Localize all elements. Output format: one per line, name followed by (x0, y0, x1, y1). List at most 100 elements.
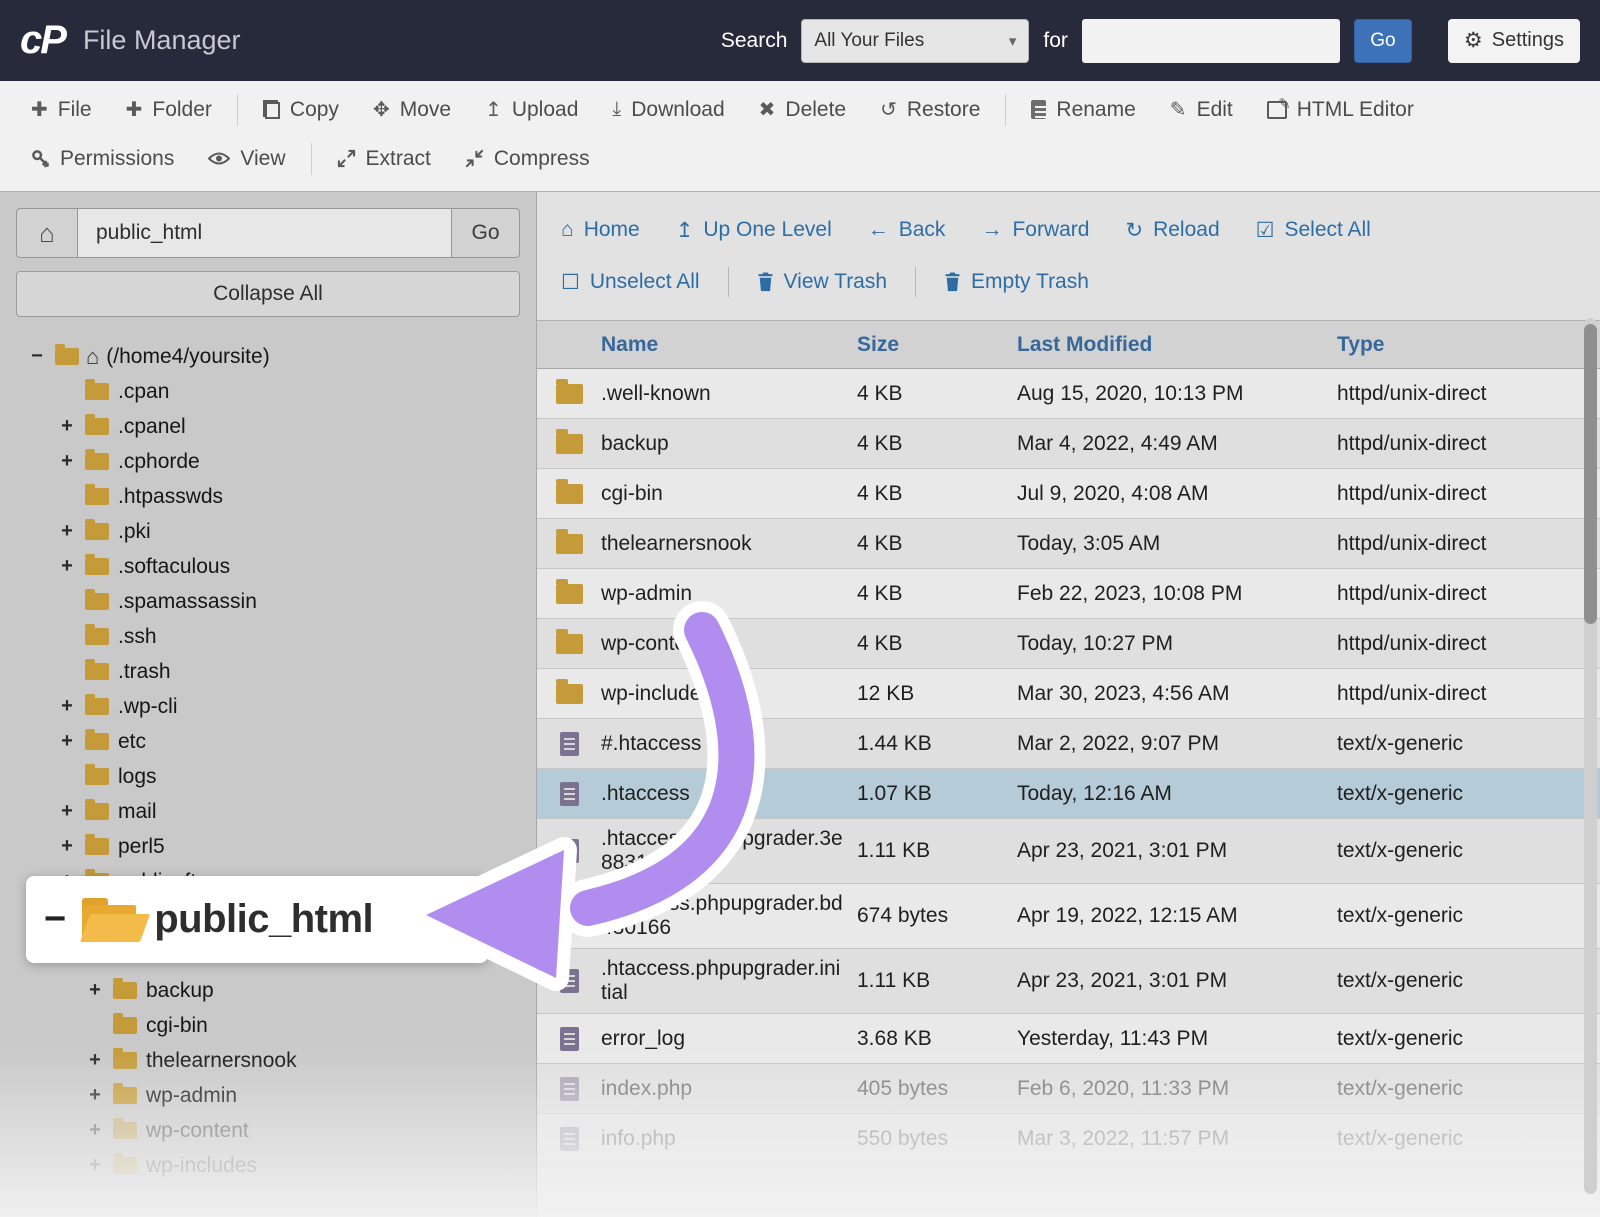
path-input[interactable] (78, 208, 452, 258)
file-row[interactable]: .well-known 4 KB Aug 15, 2020, 10:13 PM … (537, 369, 1600, 419)
file-name[interactable]: index.php (601, 1069, 857, 1109)
extract-button[interactable]: Extract (320, 134, 448, 183)
tree-item[interactable]: + ⌂ etc (16, 724, 520, 759)
tree-item[interactable]: ⌂ logs (16, 759, 520, 794)
file-row[interactable]: info.php 550 bytes Mar 3, 2022, 11:57 PM… (537, 1114, 1600, 1164)
expander-toggle[interactable]: + (86, 1049, 104, 1072)
column-header-size[interactable]: Size (857, 333, 1017, 357)
tree-item[interactable]: + ⌂ .softaculous (16, 549, 520, 584)
expander-toggle[interactable]: + (58, 835, 76, 858)
vertical-scrollbar[interactable] (1584, 318, 1597, 1194)
view-trash-link[interactable]: View Trash (757, 270, 888, 294)
search-go-button[interactable]: Go (1354, 19, 1412, 63)
file-row[interactable]: .htaccess 1.07 KB Today, 12:16 AM text/x… (537, 769, 1600, 819)
compress-button[interactable]: Compress (448, 134, 607, 183)
expander-toggle[interactable]: + (86, 1119, 104, 1142)
search-input[interactable] (1082, 19, 1340, 63)
file-name[interactable]: .htaccess.phpupgrader.bd430166 (601, 884, 857, 948)
delete-button[interactable]: ✖Delete (742, 85, 863, 134)
file-row[interactable]: error_log 3.68 KB Yesterday, 11:43 PM te… (537, 1014, 1600, 1064)
tree-item[interactable]: ⌂ cgi-bin (16, 1008, 520, 1043)
file-row[interactable]: index.php 405 bytes Feb 6, 2020, 11:33 P… (537, 1064, 1600, 1114)
download-button[interactable]: ⤓Download (595, 85, 741, 134)
file-name[interactable]: .htaccess (601, 774, 857, 814)
file-row[interactable]: #.htaccess 1.44 KB Mar 2, 2022, 9:07 PM … (537, 719, 1600, 769)
tree-item[interactable]: ⌂ .spamassassin (16, 584, 520, 619)
file-name[interactable]: error_log (601, 1019, 857, 1059)
file-row[interactable]: backup 4 KB Mar 4, 2022, 4:49 AM httpd/u… (537, 419, 1600, 469)
copy-button[interactable]: Copy (246, 85, 356, 134)
html-editor-button[interactable]: ✎HTML Editor (1250, 85, 1431, 134)
column-header-last-modified[interactable]: Last Modified (1017, 333, 1337, 357)
file-name[interactable]: backup (601, 424, 857, 464)
expander-toggle[interactable]: − (44, 898, 66, 941)
expander-toggle[interactable]: + (86, 979, 104, 1002)
upload-button[interactable]: ↥Upload (468, 85, 595, 134)
file-row[interactable]: wp-content 4 KB Today, 10:27 PM httpd/un… (537, 619, 1600, 669)
file-name[interactable]: thelearnersnook (601, 524, 857, 564)
file-name[interactable]: cgi-bin (601, 474, 857, 514)
collapse-all-button[interactable]: Collapse All (16, 271, 520, 317)
path-go-button[interactable]: Go (452, 208, 520, 258)
tree-item[interactable]: + ⌂ .cpanel (16, 409, 520, 444)
expander-toggle[interactable]: + (86, 1084, 104, 1107)
tree-item[interactable]: + ⌂ thelearnersnook (16, 1043, 520, 1078)
tree-item[interactable]: ⌂ .ssh (16, 619, 520, 654)
file-row[interactable]: wp-admin 4 KB Feb 22, 2023, 10:08 PM htt… (537, 569, 1600, 619)
forward-link[interactable]: →Forward (981, 218, 1089, 242)
tree-item[interactable]: ⌂ .trash (16, 654, 520, 689)
search-scope-select[interactable]: All Your Files ▾ (801, 19, 1029, 63)
expander-toggle[interactable]: + (86, 1154, 104, 1177)
file-row[interactable]: cgi-bin 4 KB Jul 9, 2020, 4:08 AM httpd/… (537, 469, 1600, 519)
column-header-name[interactable]: Name (537, 333, 857, 357)
rename-button[interactable]: Rename (1014, 85, 1152, 134)
tree-item[interactable]: + ⌂ mail (16, 794, 520, 829)
tree-item[interactable]: + ⌂ .wp-cli (16, 689, 520, 724)
public-html-highlight[interactable]: − public_html (26, 876, 488, 963)
expander-toggle[interactable]: + (58, 555, 76, 578)
expander-toggle[interactable]: + (58, 450, 76, 473)
expander-toggle[interactable]: + (58, 695, 76, 718)
home-directory-button[interactable]: ⌂ (16, 208, 78, 258)
tree-item[interactable]: + ⌂ wp-includes (16, 1148, 520, 1183)
move-button[interactable]: ✥Move (356, 85, 468, 134)
folder-button[interactable]: ✚Folder (109, 85, 229, 134)
unselect-all-link[interactable]: ☐Unselect All (561, 270, 700, 295)
home-link[interactable]: ⌂Home (561, 218, 640, 242)
edit-button[interactable]: ✎Edit (1153, 85, 1250, 134)
expander-toggle[interactable]: + (58, 730, 76, 753)
tree-item[interactable]: − ⌂ (/home4/yoursite) (16, 339, 520, 374)
select-all-link[interactable]: ☑Select All (1256, 218, 1371, 243)
scrollbar-thumb[interactable] (1584, 324, 1597, 624)
file-row[interactable]: .htaccess.phpupgrader.3e8831af 1.11 KB A… (537, 819, 1600, 884)
tree-item[interactable]: + ⌂ .cphorde (16, 444, 520, 479)
file-row[interactable]: thelearnersnook 4 KB Today, 3:05 AM http… (537, 519, 1600, 569)
back-link[interactable]: ←Back (868, 218, 946, 242)
view-button[interactable]: View (191, 134, 302, 183)
reload-link[interactable]: ↻Reload (1125, 218, 1219, 243)
file-row[interactable]: .htaccess.phpupgrader.bd430166 674 bytes… (537, 884, 1600, 949)
column-header-type[interactable]: Type (1337, 333, 1600, 357)
settings-button[interactable]: ⚙ Settings (1448, 19, 1580, 63)
file-name[interactable]: .well-known (601, 374, 857, 414)
permissions-button[interactable]: Permissions (14, 134, 191, 183)
restore-button[interactable]: ↺Restore (863, 85, 997, 134)
tree-item[interactable]: ⌂ .cpan (16, 374, 520, 409)
up-one-level-link[interactable]: ↥Up One Level (676, 218, 832, 243)
file-name[interactable]: info.php (601, 1119, 857, 1159)
expander-toggle[interactable]: − (28, 345, 46, 368)
expander-toggle[interactable]: + (58, 415, 76, 438)
file-row[interactable]: wp-includes 12 KB Mar 30, 2023, 4:56 AM … (537, 669, 1600, 719)
file-name[interactable]: #.htaccess (601, 724, 857, 764)
empty-trash-link[interactable]: Empty Trash (944, 270, 1089, 294)
tree-item[interactable]: ⌂ .htpasswds (16, 479, 520, 514)
file-row[interactable]: .htaccess.phpupgrader.initial 1.11 KB Ap… (537, 949, 1600, 1014)
tree-item[interactable]: + ⌂ wp-admin (16, 1078, 520, 1113)
file-button[interactable]: ✚File (14, 85, 109, 134)
file-name[interactable]: wp-content (601, 624, 857, 664)
tree-item[interactable]: + ⌂ perl5 (16, 829, 520, 864)
file-name[interactable]: wp-admin (601, 574, 857, 614)
expander-toggle[interactable]: + (58, 800, 76, 823)
tree-item[interactable]: + ⌂ .pki (16, 514, 520, 549)
expander-toggle[interactable]: + (58, 520, 76, 543)
